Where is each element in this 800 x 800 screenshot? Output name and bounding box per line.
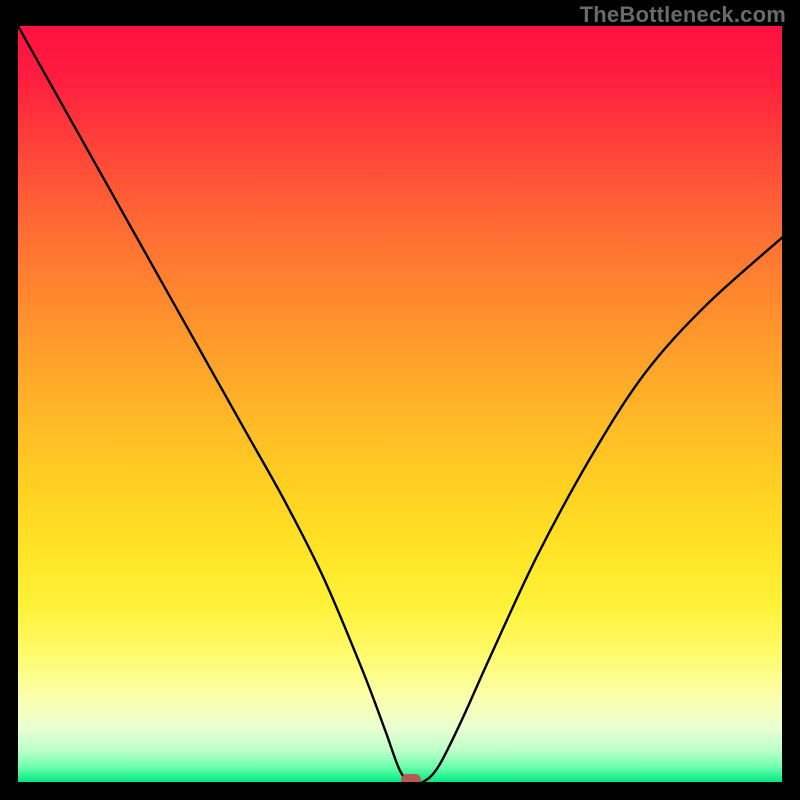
- watermark-text: TheBottleneck.com: [580, 2, 786, 28]
- chart-frame: TheBottleneck.com: [0, 0, 800, 800]
- plot-area: [18, 26, 782, 782]
- bottleneck-curve: [18, 26, 782, 782]
- optimal-marker: [401, 774, 421, 782]
